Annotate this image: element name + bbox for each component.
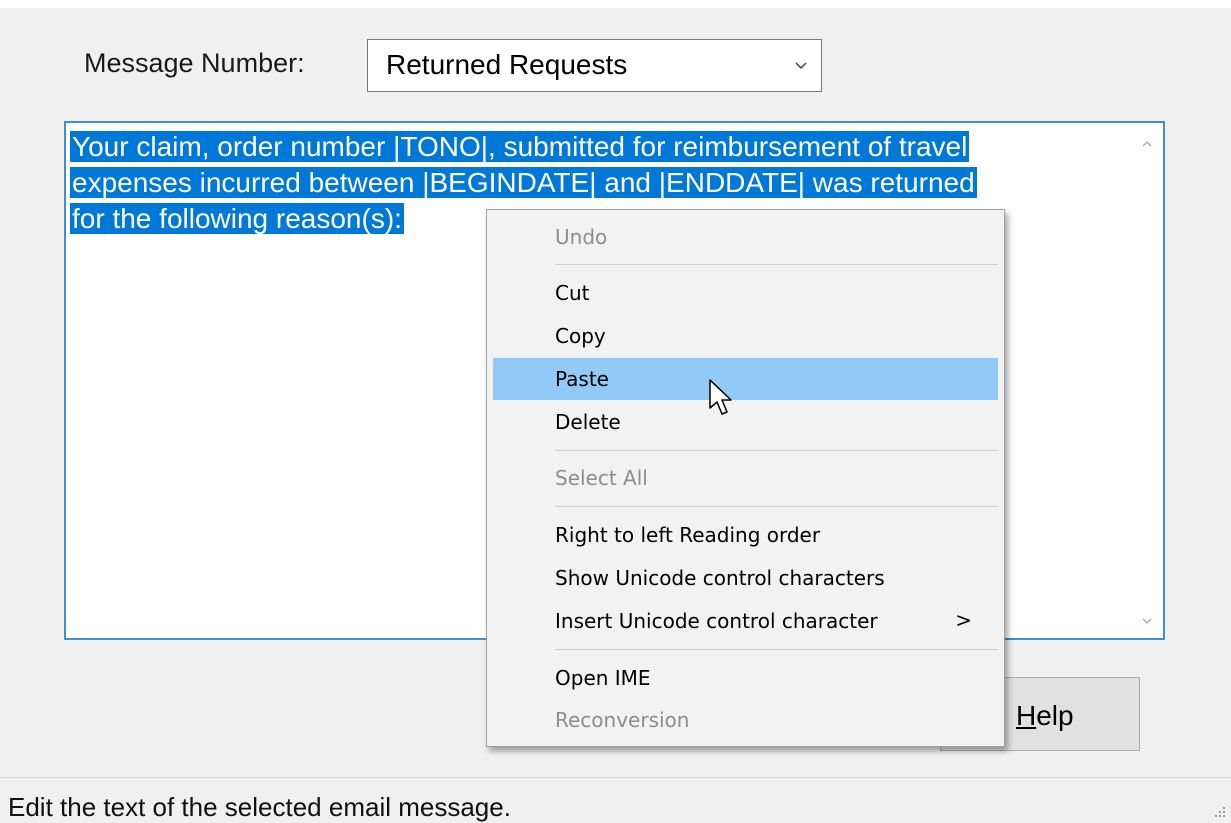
- menu-separator: [555, 450, 998, 451]
- submenu-arrow-icon: >: [955, 608, 972, 632]
- scroll-down-icon[interactable]: [1140, 614, 1154, 628]
- menu-item-select-all-label: Select All: [555, 466, 648, 490]
- editor-line-2: expenses incurred between |BEGINDATE| an…: [70, 167, 977, 198]
- scroll-up-icon[interactable]: [1140, 137, 1154, 151]
- menu-item-copy-label: Copy: [555, 324, 606, 348]
- menu-item-rtl-label: Right to left Reading order: [555, 523, 821, 547]
- menu-item-undo-label: Undo: [555, 225, 608, 249]
- menu-item-delete[interactable]: Delete: [493, 401, 998, 443]
- help-access-key: H: [1016, 700, 1037, 731]
- context-menu: Undo Cut Copy Paste Delete Select All Ri…: [486, 209, 1005, 747]
- help-button-label: Help: [1016, 700, 1074, 732]
- editor-line-3: for the following reason(s):: [70, 203, 404, 234]
- menu-item-insert-unicode-label: Insert Unicode control character: [555, 609, 878, 633]
- editor-line-1: Your claim, order number |TONO|, submitt…: [70, 131, 970, 162]
- menu-item-show-unicode[interactable]: Show Unicode control characters: [493, 557, 998, 599]
- menu-separator: [555, 649, 998, 650]
- menu-item-copy[interactable]: Copy: [493, 315, 998, 357]
- menu-separator: [555, 506, 998, 507]
- message-number-label: Message Number:: [84, 48, 305, 78]
- menu-item-reconversion-label: Reconversion: [555, 708, 690, 732]
- mouse-pointer-icon: [709, 379, 732, 415]
- message-number-select[interactable]: Returned Requests: [367, 39, 822, 92]
- menu-item-delete-label: Delete: [555, 410, 621, 434]
- menu-separator: [555, 264, 998, 265]
- menu-item-show-unicode-label: Show Unicode control characters: [555, 566, 885, 590]
- menu-item-open-ime-label: Open IME: [555, 666, 651, 690]
- menu-item-cut-label: Cut: [555, 281, 590, 305]
- resize-grip-icon[interactable]: [1211, 803, 1227, 819]
- window-top-strip: [0, 0, 1231, 8]
- chevron-down-icon: [795, 62, 807, 70]
- help-label-rest: elp: [1036, 700, 1074, 731]
- menu-item-cut[interactable]: Cut: [493, 272, 998, 314]
- menu-item-open-ime[interactable]: Open IME: [493, 657, 998, 699]
- menu-item-reconversion[interactable]: Reconversion: [493, 699, 998, 741]
- status-text: Edit the text of the selected email mess…: [8, 792, 511, 822]
- menu-item-paste-label: Paste: [555, 367, 609, 391]
- status-bar: Edit the text of the selected email mess…: [0, 777, 1231, 823]
- menu-item-insert-unicode[interactable]: Insert Unicode control character >: [493, 600, 998, 642]
- menu-item-undo[interactable]: Undo: [493, 216, 998, 258]
- menu-item-rtl-reading-order[interactable]: Right to left Reading order: [493, 514, 998, 556]
- editor-vertical-scrollbar[interactable]: [1133, 123, 1163, 638]
- message-number-value: Returned Requests: [386, 49, 628, 80]
- menu-item-select-all[interactable]: Select All: [493, 457, 998, 499]
- menu-item-paste[interactable]: Paste: [493, 358, 998, 400]
